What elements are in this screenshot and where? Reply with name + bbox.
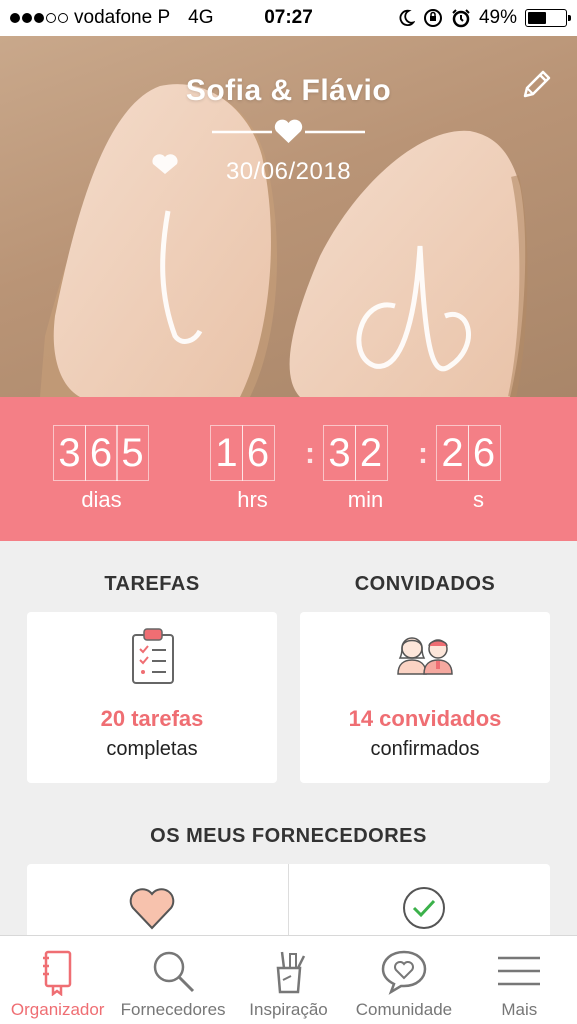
carrier-name: vodafone P [74, 7, 171, 28]
countdown-digit: 2 [436, 425, 469, 481]
countdown-label-hours: hrs [237, 487, 268, 512]
guests-status: confirmados [370, 738, 480, 760]
vendors-divider [288, 864, 289, 944]
menu-icon [498, 956, 541, 986]
countdown-digit: 2 [354, 425, 388, 481]
tab-fornecedores[interactable]: Fornecedores [115, 936, 230, 1024]
tasks-status: completas [106, 738, 198, 760]
clipboard-checklist-icon [132, 628, 174, 684]
checkmark-circle-icon[interactable] [402, 886, 446, 930]
countdown-digit: 6 [84, 425, 118, 481]
tab-bar: Organizador Fornecedores Inspiração Comu… [0, 935, 577, 1024]
tab-label: Comunidade [355, 1000, 453, 1019]
tab-organizador[interactable]: Organizador [0, 936, 115, 1024]
heart-divider-icon [212, 119, 365, 143]
vendors-title: OS MEUS FORNECEDORES [150, 825, 427, 847]
tab-label: Fornecedores [120, 1000, 226, 1019]
guests-count: 14 convidados [348, 706, 502, 731]
countdown-digit: 1 [210, 425, 243, 481]
guests-title: CONVIDADOS [354, 573, 496, 595]
wedding-date: 30/06/2018 [225, 158, 352, 185]
countdown-digit: 5 [116, 425, 149, 481]
edit-pencil-icon[interactable] [519, 68, 553, 102]
battery-icon [525, 9, 571, 27]
network-type: 4G [188, 7, 214, 28]
orientation-lock-icon [423, 9, 442, 27]
heart-icon[interactable] [129, 888, 175, 930]
countdown-digit: 3 [323, 425, 356, 481]
countdown-minutes: 3 2 [323, 425, 388, 481]
hero-banner: Sofia & Flávio 30/06/2018 [0, 36, 577, 397]
countdown-days: 3 6 5 [53, 425, 149, 481]
countdown-digit: 6 [467, 425, 501, 481]
countdown-separator: : [418, 437, 428, 470]
tab-comunidade[interactable]: Comunidade [346, 936, 461, 1024]
countdown-seconds: 2 6 [436, 425, 501, 481]
notebook-icon [42, 950, 71, 996]
alarm-icon [452, 9, 470, 28]
tasks-count: 20 tarefas [100, 706, 204, 731]
tab-mais[interactable]: Mais [462, 936, 577, 1024]
countdown-digit: 6 [241, 425, 275, 481]
tab-inspiracao[interactable]: Inspiração [231, 936, 346, 1024]
moon-icon [399, 9, 415, 27]
countdown-label-days: dias [81, 487, 122, 512]
tasks-title: TAREFAS [104, 573, 200, 595]
guests-couple-icon [397, 637, 453, 675]
signal-strength-icon [10, 13, 68, 23]
countdown-label-seconds: s [473, 487, 484, 512]
chat-heart-icon [381, 950, 427, 995]
vendors-card [27, 864, 550, 944]
countdown-digit: 3 [53, 425, 86, 481]
countdown-separator: : [305, 437, 315, 470]
pencil-cup-icon [276, 951, 305, 994]
tab-label: Inspiração [249, 1000, 328, 1019]
search-icon [153, 951, 195, 993]
tasks-card[interactable]: 20 tarefas completas [27, 612, 277, 783]
countdown-panel: 3 6 5 dias 1 6 hrs : 3 2 min : 2 6 s [0, 397, 577, 541]
couple-names: Sofia & Flávio [185, 74, 392, 107]
countdown-label-minutes: min [347, 487, 384, 512]
status-bar: vodafone P 4G 07:27 49% [0, 0, 577, 36]
countdown-hours: 1 6 [210, 425, 275, 481]
battery-percent: 49% [478, 7, 517, 28]
tab-label: Organizador [10, 1000, 105, 1019]
guests-card[interactable]: 14 convidados confirmados [300, 612, 550, 783]
tab-label: Mais [501, 1000, 538, 1019]
